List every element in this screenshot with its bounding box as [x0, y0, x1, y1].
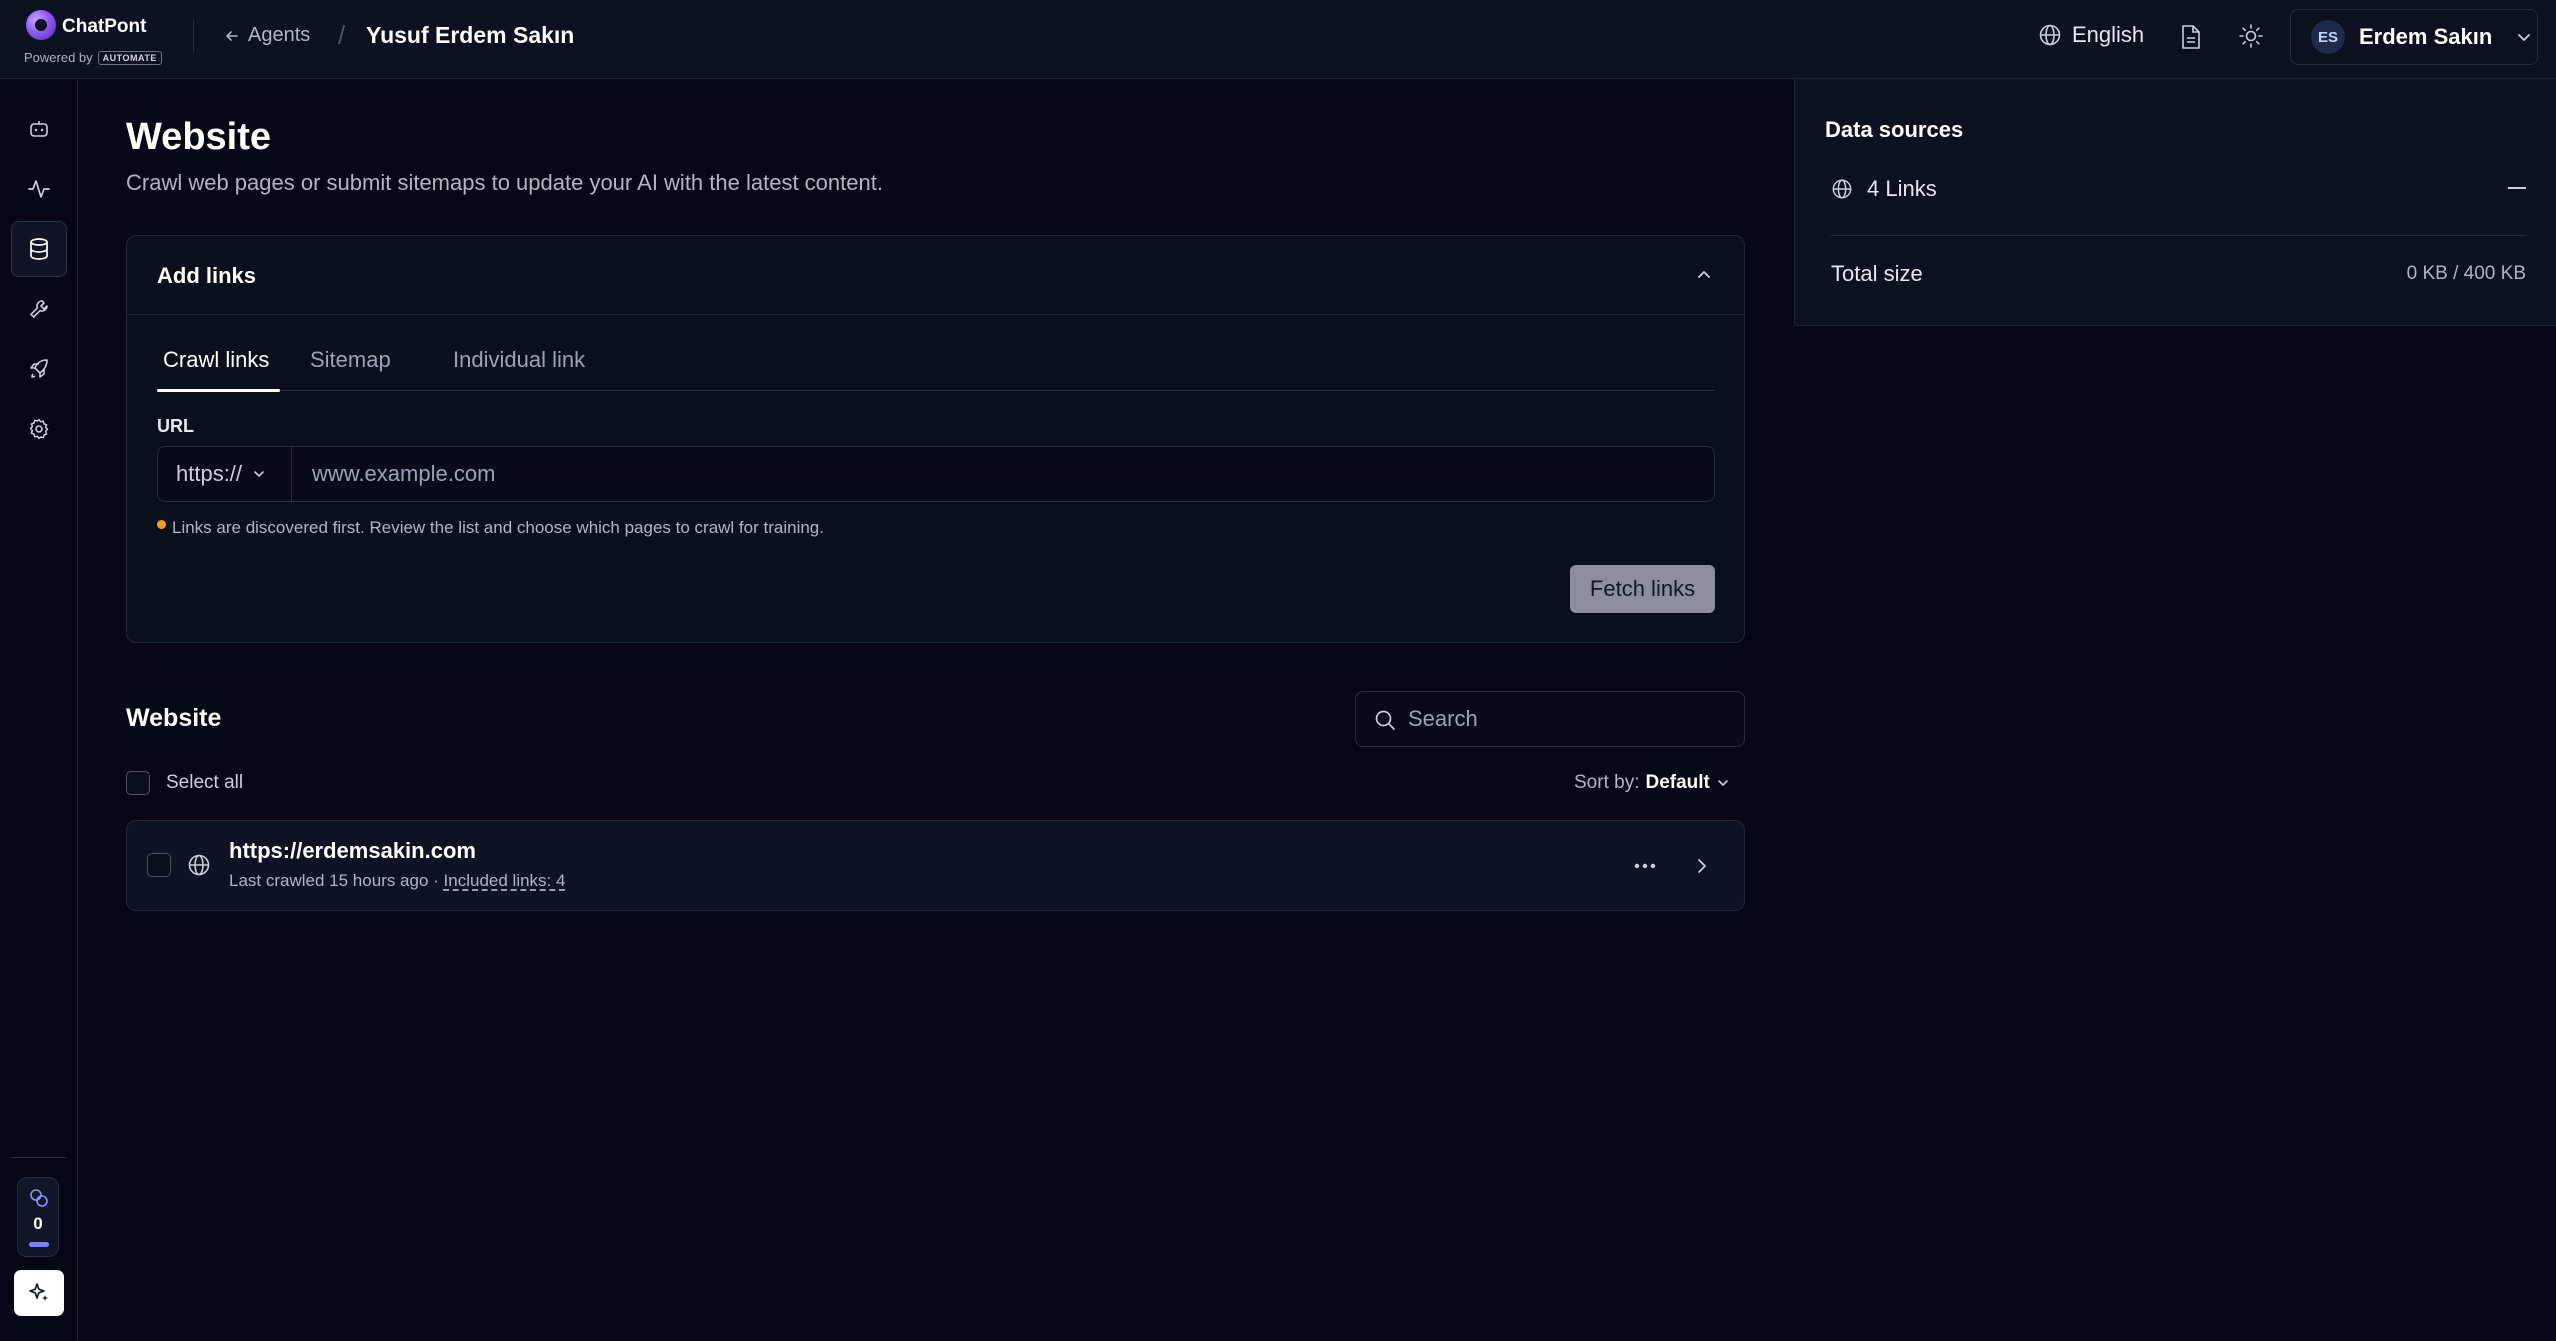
add-links-card: Add links Crawl links Sitemap Individual… — [126, 235, 1745, 643]
docs-button[interactable] — [2180, 24, 2202, 50]
search-input[interactable] — [1408, 692, 1738, 746]
select-all-label: Select all — [166, 772, 244, 793]
activity-icon — [28, 180, 50, 198]
links-size-dash — [2508, 187, 2526, 189]
fetch-links-button[interactable]: Fetch links — [1570, 565, 1715, 613]
included-links[interactable]: Included links: 4 — [444, 871, 566, 890]
user-menu-button[interactable]: ES Erdem Sakın — [2290, 9, 2538, 65]
top-header: ChatPont Powered by AUTOMATE Agents / Yus… — [0, 0, 2556, 79]
rocket-icon — [30, 359, 48, 378]
powered-by-brand: AUTOMATE — [97, 51, 162, 65]
nav-actions[interactable] — [11, 281, 67, 337]
sort-label: Sort by: — [1574, 772, 1640, 793]
url-field-group: https:// — [157, 446, 1715, 502]
sparkle-icon — [29, 1283, 48, 1301]
search-icon — [1374, 709, 1396, 731]
logo-mark-icon — [26, 10, 56, 40]
links-summary: 4 Links — [1831, 176, 1937, 202]
add-links-title: Add links — [157, 263, 257, 288]
meta-separator: · — [433, 871, 439, 890]
chevron-down-icon — [2516, 29, 2532, 45]
credits-bar — [29, 1242, 49, 1247]
nav-agent[interactable] — [11, 101, 67, 157]
nav-deploy[interactable] — [11, 341, 67, 397]
sun-icon — [2239, 24, 2263, 48]
powered-by: Powered by AUTOMATE — [24, 50, 162, 65]
crawl-hint: Links are discovered first. Review the l… — [157, 518, 824, 538]
links-count: 4 Links — [1867, 176, 1937, 201]
search-box — [1355, 691, 1745, 747]
rail-divider — [11, 1157, 67, 1158]
bot-icon — [30, 121, 48, 137]
tab-individual-link[interactable]: Individual link — [453, 347, 603, 391]
select-all-checkbox[interactable] — [126, 771, 150, 795]
app-name: ChatPont — [62, 16, 147, 37]
site-meta: Last crawled 15 hours ago · Included lin… — [229, 871, 565, 891]
page-title: Website — [126, 116, 272, 158]
more-options-button[interactable] — [1629, 851, 1661, 881]
credits-icon — [29, 1188, 49, 1208]
header-divider — [193, 20, 194, 52]
avatar: ES — [2311, 20, 2345, 54]
globe-icon — [1831, 178, 1853, 200]
row-checkbox[interactable] — [147, 853, 171, 877]
total-size-value: 0 KB / 400 KB — [2406, 263, 2526, 284]
total-size-label: Total size — [1831, 261, 1923, 286]
crawl-hint-text: Links are discovered first. Review the l… — [172, 518, 824, 537]
last-crawled: Last crawled 15 hours ago — [229, 871, 429, 890]
chevron-right-icon — [1698, 859, 1706, 873]
add-links-header[interactable]: Add links — [127, 236, 1744, 315]
data-sources-panel: Data sources 4 Links Total size 0 KB / 4… — [1794, 79, 2556, 326]
add-links-tabs: Crawl links Sitemap Individual link — [157, 347, 1715, 392]
app-logo[interactable]: ChatPont Powered by AUTOMATE — [24, 10, 184, 70]
protocol-value: https:// — [176, 461, 243, 486]
back-link-label: Agents — [248, 24, 311, 46]
credits-count: 0 — [33, 1214, 43, 1233]
globe-icon — [2038, 23, 2062, 47]
database-icon — [30, 238, 48, 260]
open-site-button[interactable] — [1687, 851, 1717, 881]
nav-data-sources[interactable] — [11, 221, 67, 277]
powered-by-label: Powered by — [24, 50, 93, 65]
chevron-down-icon — [1716, 776, 1730, 790]
data-sources-title: Data sources — [1825, 117, 1964, 142]
user-name: Erdem Sakın — [2359, 24, 2493, 49]
language-selector[interactable]: English — [2038, 22, 2144, 48]
protocol-select[interactable]: https:// — [158, 447, 292, 501]
sort-value: Default — [1645, 772, 1710, 793]
select-all[interactable]: Select all — [126, 771, 243, 795]
tab-crawl-links[interactable]: Crawl links — [157, 347, 280, 392]
url-input[interactable] — [294, 447, 1712, 501]
credits-indicator[interactable]: 0 — [17, 1177, 59, 1257]
hint-dot-icon — [157, 520, 166, 529]
url-label: URL — [157, 416, 194, 436]
nav-activity[interactable] — [11, 161, 67, 217]
left-nav-rail: 0 — [0, 79, 78, 1341]
chevron-down-icon — [252, 467, 266, 481]
globe-icon — [187, 853, 211, 877]
arrow-left-icon — [224, 28, 240, 44]
nav-settings[interactable] — [11, 401, 67, 457]
breadcrumb-current: Yusuf Erdem Sakın — [366, 22, 575, 48]
list-item[interactable]: https://erdemsakin.com Last crawled 15 h… — [126, 820, 1745, 911]
theme-toggle-button[interactable] — [2238, 23, 2264, 49]
tab-sitemap[interactable]: Sitemap — [310, 347, 400, 391]
ellipsis-icon — [1634, 863, 1656, 869]
chevron-up-icon[interactable] — [1694, 264, 1714, 284]
gear-icon — [29, 418, 49, 440]
ai-assistant-button[interactable] — [14, 1270, 64, 1316]
language-label: English — [2072, 22, 2145, 47]
wrench-icon — [30, 300, 48, 318]
website-list-title: Website — [126, 704, 222, 732]
site-url[interactable]: https://erdemsakin.com — [229, 838, 476, 864]
page-subtitle: Crawl web pages or submit sitemaps to up… — [126, 170, 883, 195]
sort-dropdown[interactable]: Sort by: Default — [1574, 772, 1730, 794]
panel-divider — [1831, 235, 2527, 236]
breadcrumb-separator: / — [338, 20, 346, 50]
document-icon — [2182, 25, 2200, 49]
back-to-agents-link[interactable]: Agents — [224, 24, 310, 47]
